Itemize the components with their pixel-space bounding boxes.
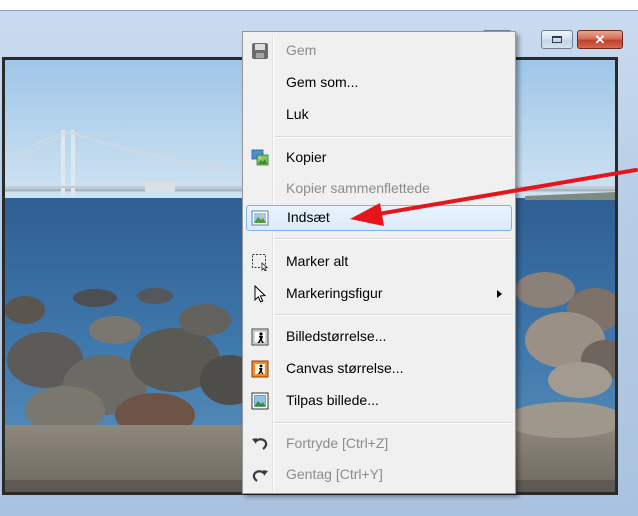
menu-item-label: Indsæt bbox=[287, 209, 330, 225]
context-menu: Gem Gem som... Luk Kopier Kopier sammenf… bbox=[242, 31, 516, 494]
menu-item-fortryde[interactable]: Fortryde [Ctrl+Z] bbox=[246, 431, 512, 457]
close-icon: ✕ bbox=[594, 32, 606, 47]
menu-item-label: Gem som... bbox=[286, 74, 359, 90]
image-size-icon bbox=[251, 328, 269, 346]
close-button[interactable]: ✕ bbox=[577, 30, 623, 49]
menu-item-kopier[interactable]: Kopier bbox=[246, 145, 512, 171]
copy-image-icon bbox=[251, 149, 269, 166]
maximize-icon bbox=[552, 36, 562, 43]
menu-item-canvas-storrelse[interactable]: Canvas størrelse... bbox=[246, 356, 512, 382]
paste-image-icon bbox=[251, 210, 269, 226]
menu-item-billedstorrelse[interactable]: Billedstørrelse... bbox=[246, 324, 512, 350]
menu-item-label: Luk bbox=[286, 106, 309, 122]
menu-separator bbox=[275, 422, 511, 424]
menu-item-indsaet[interactable]: Indsæt bbox=[246, 205, 512, 231]
menu-item-tilpas-billede[interactable]: Tilpas billede... bbox=[246, 388, 512, 414]
cursor-arrow-icon bbox=[254, 285, 267, 303]
menu-item-label: Kopier bbox=[286, 149, 327, 165]
menu-item-label: Markeringsfigur bbox=[286, 285, 383, 301]
fit-image-icon bbox=[251, 392, 269, 410]
menu-item-label: Billedstørrelse... bbox=[286, 328, 387, 344]
menu-item-label: Gem bbox=[286, 42, 317, 58]
menu-item-marker-alt[interactable]: Marker alt bbox=[246, 249, 512, 275]
menu-item-label: Marker alt bbox=[286, 253, 349, 269]
save-icon bbox=[252, 43, 268, 59]
menu-item-label: Tilpas billede... bbox=[286, 392, 379, 408]
menu-separator bbox=[275, 314, 511, 316]
redo-icon bbox=[252, 470, 268, 482]
menu-item-markeringsfigur[interactable]: Markeringsfigur bbox=[246, 281, 512, 307]
menu-item-label: Gentag [Ctrl+Y] bbox=[286, 466, 383, 482]
undo-icon bbox=[252, 438, 268, 450]
menu-item-gem[interactable]: Gem bbox=[246, 38, 512, 64]
menu-item-label: Canvas størrelse... bbox=[286, 360, 404, 376]
menu-item-label: Fortryde [Ctrl+Z] bbox=[286, 435, 389, 451]
menu-item-gem-som[interactable]: Gem som... bbox=[246, 70, 512, 96]
select-all-icon bbox=[252, 254, 269, 271]
menu-separator bbox=[275, 136, 511, 138]
menu-item-label: Kopier sammenflettede bbox=[286, 180, 430, 196]
menu-separator bbox=[275, 238, 511, 240]
menu-item-kopier-sammenflettede[interactable]: Kopier sammenflettede bbox=[246, 176, 512, 202]
canvas-size-icon bbox=[251, 360, 269, 378]
menu-item-luk[interactable]: Luk bbox=[246, 102, 512, 128]
menu-item-gentag[interactable]: Gentag [Ctrl+Y] bbox=[246, 462, 512, 488]
submenu-arrow-icon bbox=[497, 290, 502, 298]
maximize-button[interactable] bbox=[541, 30, 573, 49]
